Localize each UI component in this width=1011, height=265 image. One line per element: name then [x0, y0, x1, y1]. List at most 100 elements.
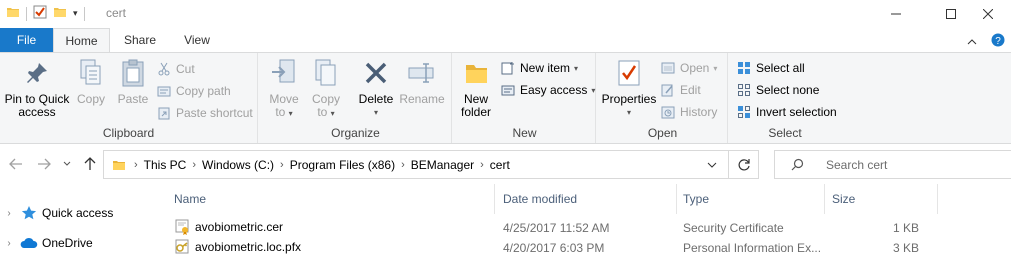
- breadcrumb-cert[interactable]: cert: [486, 158, 514, 172]
- select-group-label: Select: [768, 126, 802, 140]
- column-divider[interactable]: [824, 184, 825, 214]
- paste-button[interactable]: Paste: [112, 57, 154, 106]
- copy-to-button[interactable]: Copy to ▾: [306, 57, 346, 120]
- nav-item-quick-access[interactable]: › Quick access: [0, 204, 113, 222]
- nav-label-quick-access: Quick access: [42, 206, 114, 220]
- quick-access-toolbar: ▾: [6, 5, 85, 22]
- chevron-right-icon[interactable]: ›: [278, 159, 286, 171]
- select-all-icon: [736, 60, 752, 76]
- search-icon: [791, 158, 804, 171]
- help-icon[interactable]: ?: [991, 33, 1005, 50]
- select-all-label: Select all: [756, 61, 805, 75]
- column-header-size[interactable]: Size: [832, 190, 855, 208]
- copy-path-label: Copy path: [176, 84, 231, 98]
- move-to-button[interactable]: Move to ▾: [264, 57, 304, 120]
- file-list: Name Date modified Type Size avobiometri…: [160, 184, 1011, 265]
- address-bar[interactable]: › This PC › Windows (C:) › Program Files…: [103, 150, 759, 179]
- rename-button[interactable]: Rename: [398, 57, 446, 106]
- tab-view[interactable]: View: [168, 28, 226, 52]
- pin-to-quick-access-button[interactable]: Pin to Quick access: [4, 57, 70, 119]
- new-item-label: New item: [520, 61, 571, 75]
- svg-text:?: ?: [995, 36, 1001, 47]
- paste-label: Paste: [117, 92, 149, 106]
- pin-icon: [21, 57, 53, 89]
- customize-toolbar-icon[interactable]: ▾: [73, 8, 78, 19]
- pin-label-2: access: [18, 105, 56, 119]
- file-type: Security Certificate: [683, 221, 784, 235]
- column-header-date-modified[interactable]: Date modified: [503, 190, 577, 208]
- navigation-pane: › Quick access › OneDrive: [0, 184, 155, 265]
- column-divider[interactable]: [676, 184, 677, 214]
- chevron-right-icon[interactable]: ›: [190, 159, 198, 171]
- paste-shortcut-label: Paste shortcut: [176, 106, 253, 120]
- chevron-right-icon[interactable]: ›: [478, 159, 486, 171]
- ribbon-tabs: File Home Share View ?: [0, 28, 1011, 53]
- delete-button[interactable]: Delete ▾: [356, 57, 396, 119]
- file-name-cell: avobiometric.loc.pfx: [174, 239, 301, 255]
- breadcrumb-windows-c[interactable]: Windows (C:): [198, 158, 278, 172]
- refresh-button[interactable]: [728, 151, 758, 178]
- address-dropdown-button[interactable]: [704, 157, 720, 173]
- new-folder-button[interactable]: New folder: [456, 57, 496, 119]
- easy-access-icon: [500, 82, 516, 98]
- folder-icon: [6, 5, 20, 22]
- nav-item-onedrive[interactable]: › OneDrive: [0, 234, 92, 252]
- file-row[interactable]: avobiometric.loc.pfx 4/20/2017 6:03 PM P…: [160, 238, 1011, 258]
- invert-selection-label: Invert selection: [756, 105, 837, 119]
- tab-share[interactable]: Share: [112, 28, 168, 52]
- file-size: 3 KB: [892, 241, 919, 255]
- cut-button[interactable]: Cut: [156, 59, 195, 79]
- chevron-right-icon[interactable]: ›: [399, 159, 407, 171]
- column-header-name[interactable]: Name: [174, 190, 206, 208]
- column-header-type[interactable]: Type: [683, 190, 709, 208]
- column-divider[interactable]: [494, 184, 495, 214]
- new-group-label: New: [512, 126, 537, 140]
- organize-group: Move to ▾ Copy to ▾ Delete ▾ Rename Orga…: [260, 53, 452, 143]
- new-folder-icon: [460, 57, 492, 89]
- select-all-button[interactable]: Select all: [736, 58, 805, 78]
- folder-icon: [112, 158, 126, 172]
- invert-selection-button[interactable]: Invert selection: [736, 102, 837, 122]
- recent-locations-button[interactable]: [60, 154, 74, 174]
- open-group: Properties ▾ Open ▾ Edit History Open: [598, 53, 728, 143]
- properties-button[interactable]: Properties ▾: [600, 57, 658, 119]
- breadcrumb: › This PC › Windows (C:) › Program Files…: [104, 158, 514, 172]
- edit-button[interactable]: Edit: [660, 80, 701, 100]
- copy-path-button[interactable]: Copy path: [156, 81, 231, 101]
- column-divider[interactable]: [937, 184, 938, 214]
- navigation-bar: › This PC › Windows (C:) › Program Files…: [0, 144, 1011, 184]
- expand-chevron-icon[interactable]: ›: [0, 238, 18, 249]
- new-folder-quick-icon[interactable]: [53, 5, 67, 22]
- copy-to-icon: [310, 57, 342, 89]
- breadcrumb-this-pc[interactable]: This PC: [140, 158, 191, 172]
- select-none-label: Select none: [756, 83, 820, 97]
- open-label: Open: [680, 61, 710, 75]
- breadcrumb-program-files[interactable]: Program Files (x86): [286, 158, 399, 172]
- close-button[interactable]: [965, 0, 1011, 28]
- easy-access-button[interactable]: Easy access ▾: [500, 80, 595, 100]
- history-label: History: [680, 105, 718, 119]
- select-none-button[interactable]: Select none: [736, 80, 819, 100]
- search-box[interactable]: Search cert: [774, 150, 1011, 179]
- title-bar: ▾ cert: [0, 0, 1011, 28]
- tab-file[interactable]: File: [0, 28, 53, 52]
- new-item-button[interactable]: New item ▾: [500, 58, 578, 78]
- up-button[interactable]: [80, 154, 100, 174]
- forward-button[interactable]: [34, 154, 54, 174]
- collapse-ribbon-icon[interactable]: [967, 35, 977, 49]
- breadcrumb-bemanager[interactable]: BEManager: [407, 158, 478, 172]
- expand-chevron-icon[interactable]: ›: [0, 208, 18, 219]
- file-row[interactable]: avobiometric.cer 4/25/2017 11:52 AM Secu…: [160, 218, 1011, 238]
- new-folder-label-2: folder: [460, 105, 492, 119]
- back-button[interactable]: [6, 154, 26, 174]
- properties-label: Properties: [601, 92, 657, 106]
- minimize-button[interactable]: [873, 0, 919, 28]
- tab-home[interactable]: Home: [53, 28, 110, 53]
- open-button[interactable]: Open ▾: [660, 58, 717, 78]
- copy-button[interactable]: Copy: [72, 57, 110, 106]
- history-button[interactable]: History: [660, 102, 717, 122]
- paste-shortcut-button[interactable]: Paste shortcut: [156, 103, 253, 123]
- file-name: avobiometric.cer: [195, 220, 284, 234]
- properties-quick-icon[interactable]: [33, 5, 47, 22]
- chevron-right-icon[interactable]: ›: [132, 159, 140, 171]
